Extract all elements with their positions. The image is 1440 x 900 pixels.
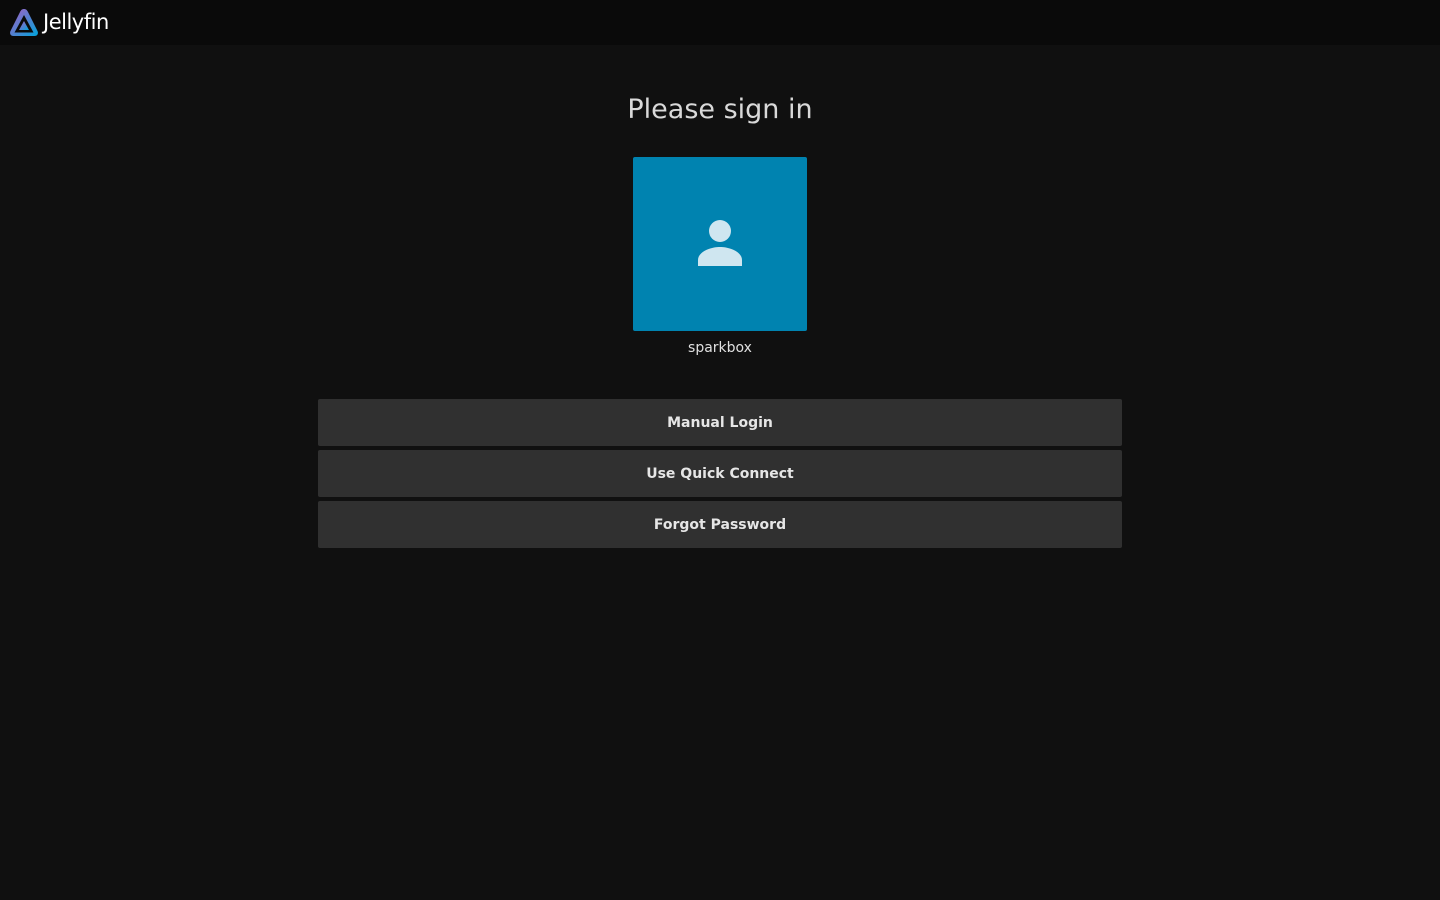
- quick-connect-button[interactable]: Use Quick Connect: [318, 450, 1122, 497]
- user-name: sparkbox: [688, 340, 752, 356]
- user-avatar[interactable]: [633, 157, 807, 331]
- person-icon: [692, 214, 748, 274]
- sign-in-actions: Manual Login Use Quick Connect Forgot Pa…: [318, 399, 1122, 552]
- page-title: Please sign in: [627, 94, 813, 125]
- brand-name: Jellyfin: [43, 10, 109, 34]
- manual-login-button[interactable]: Manual Login: [318, 399, 1122, 446]
- brand-logo[interactable]: Jellyfin: [8, 0, 109, 45]
- user-card-sparkbox[interactable]: sparkbox: [633, 157, 807, 356]
- app-header: Jellyfin: [0, 0, 1440, 45]
- jellyfin-logo-icon: [8, 7, 40, 39]
- forgot-password-button[interactable]: Forgot Password: [318, 501, 1122, 548]
